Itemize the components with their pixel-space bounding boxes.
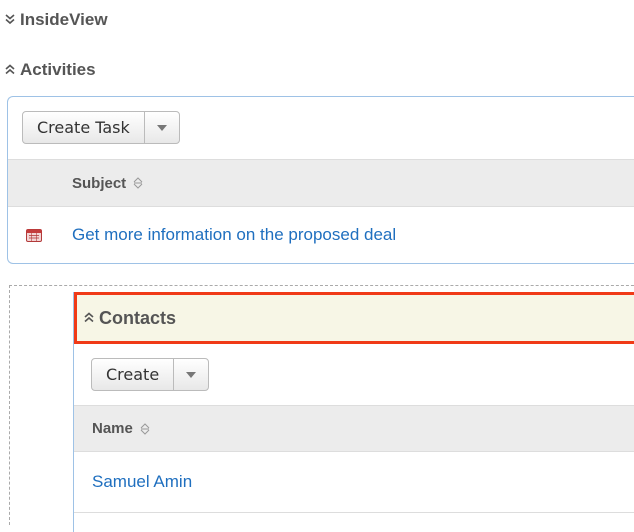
create-task-dropdown-button[interactable] [143, 112, 179, 143]
table-row: Get more information on the proposed dea… [8, 207, 634, 263]
contacts-header[interactable]: Contacts [74, 292, 634, 344]
activities-title: Activities [20, 60, 96, 79]
task-subject-link[interactable]: Get more information on the proposed dea… [72, 225, 396, 245]
contacts-toolbar: Create [74, 344, 634, 405]
name-column-label: Name [92, 420, 133, 437]
activities-header[interactable]: Activities [4, 60, 96, 80]
sort-icon [139, 422, 151, 436]
double-chevron-down-icon [4, 13, 16, 27]
contacts-table-header: Name [74, 405, 634, 452]
double-chevron-up-icon [4, 63, 16, 77]
calendar-icon [26, 228, 42, 247]
activities-toolbar: Create Task [8, 97, 634, 159]
name-column-header[interactable]: Name [92, 420, 151, 437]
caret-down-icon [156, 124, 167, 131]
contacts-panel: Contacts Create Name Samuel Amin [73, 292, 634, 532]
table-row: Samuel Amin [74, 452, 634, 513]
double-chevron-up-icon [83, 311, 95, 325]
subject-column-label: Subject [72, 174, 127, 192]
activities-table-header: Subject [8, 159, 634, 207]
create-contact-button-group: Create [91, 358, 210, 391]
insideview-title: InsideView [20, 10, 108, 29]
caret-down-icon [186, 371, 197, 378]
create-task-button[interactable]: Create Task [23, 112, 144, 143]
create-contact-button[interactable]: Create [92, 359, 173, 390]
insideview-header[interactable]: InsideView [4, 10, 108, 30]
create-task-button-group: Create Task [22, 111, 180, 144]
create-contact-dropdown-button[interactable] [173, 359, 208, 390]
sort-icon [132, 176, 144, 190]
contacts-title: Contacts [99, 307, 177, 328]
contact-name-link[interactable]: Samuel Amin [92, 472, 192, 492]
subject-column-header[interactable]: Subject [72, 175, 144, 192]
activities-panel: Create Task Subject Get more information… [7, 96, 634, 264]
